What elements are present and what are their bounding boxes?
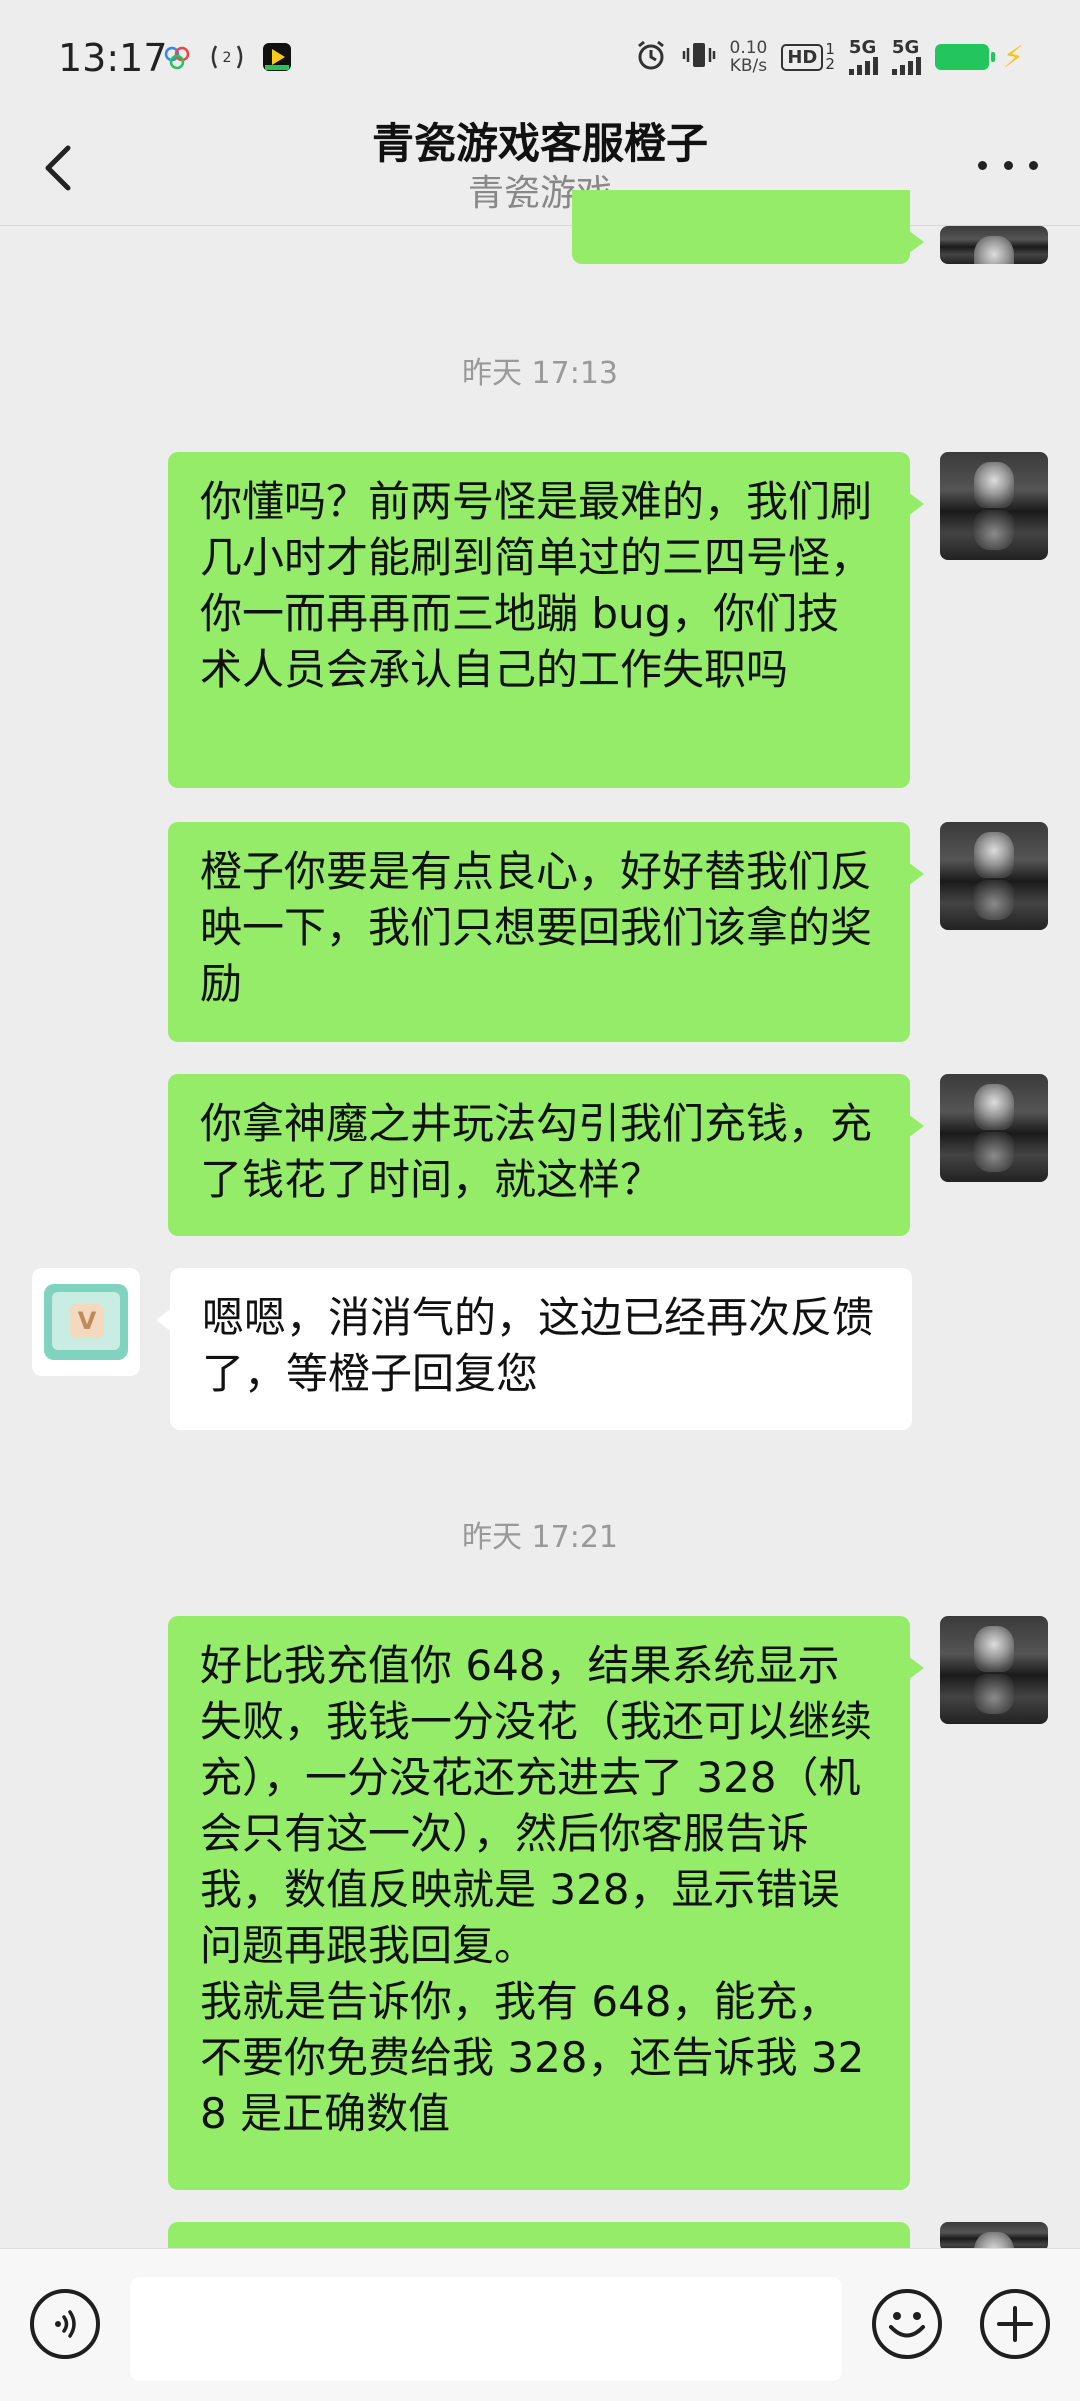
service-avatar-letter: V xyxy=(70,1304,104,1338)
user-avatar[interactable] xyxy=(940,452,1048,560)
signal-icon-2: 5G xyxy=(891,37,921,75)
message-bubble[interactable]: 嗯嗯，消消气的，这边已经再次反馈了，等橙子回复您 xyxy=(156,1268,912,1430)
chat-subtitle: 青瓷游戏 xyxy=(467,173,612,214)
message-bubble[interactable]: 你拿神魔之井玩法勾引我们充钱，充了钱花了时间，就这样？ xyxy=(168,1074,924,1236)
message-bubble[interactable]: 橙子你要是有点良心，好好替我们反映一下，我们只想要回我们该拿的奖励 xyxy=(168,822,924,1042)
plus-icon xyxy=(997,2306,1033,2342)
message-text: 好比我充值你 648，结果系统显示失败，我钱一分没花（我还可以继续充），一分没花… xyxy=(200,1641,873,1970)
voice-input-button[interactable] xyxy=(30,2289,100,2359)
signal-icon-1: 5G xyxy=(848,37,878,75)
more-functions-button[interactable] xyxy=(980,2289,1050,2359)
more-options-icon[interactable] xyxy=(978,150,1038,180)
battery-icon xyxy=(934,44,995,70)
hd-label: HD xyxy=(781,43,824,71)
user-avatar[interactable] xyxy=(940,822,1048,930)
status-right-icons: 0.10 KB/s HD 1 2 5G 5G ⚡ xyxy=(634,37,1024,76)
cloud-app-icon xyxy=(160,40,194,74)
input-toolbar xyxy=(0,2248,1080,2401)
status-bar: 13:17 2 0.10 KB/s HD 1 2 5G 5G ⚡ xyxy=(0,0,1080,110)
voice-icon xyxy=(55,2310,76,2338)
status-left-icons: 2 xyxy=(160,40,294,74)
charging-bolt-icon: ⚡ xyxy=(1002,39,1024,75)
message-bubble[interactable]: 你懂吗？前两号怪是最难的，我们刷几小时才能刷到简单过的三四号怪，你一而再再而三地… xyxy=(168,452,924,788)
user-avatar[interactable] xyxy=(940,226,1048,264)
timestamp: 昨天 17:21 xyxy=(462,1520,618,1555)
chat-header: 青瓷游戏客服橙子 青瓷游戏 xyxy=(0,110,1080,226)
video-app-icon xyxy=(260,40,294,74)
user-avatar[interactable] xyxy=(940,1616,1048,1724)
network-speed-unit: KB/s xyxy=(729,56,768,76)
message-text: 我就是告诉你，我有 648，能充，不要你免费给我 328，还告诉我 328 是正… xyxy=(200,1977,865,2138)
network-speed: 0.10 KB/s xyxy=(730,39,768,75)
hd-indicator: HD 1 2 xyxy=(781,42,835,72)
user-avatar[interactable] xyxy=(940,1074,1048,1182)
emoji-button[interactable] xyxy=(872,2289,942,2359)
status-time: 13:17 xyxy=(58,36,168,80)
emoji-icon xyxy=(889,2312,925,2338)
chat-title: 青瓷游戏客服橙子 xyxy=(371,119,708,168)
timestamp: 昨天 17:13 xyxy=(462,356,618,391)
message-bubble[interactable]: 好比我充值你 648，结果系统显示失败，我钱一分没花（我还可以继续充），一分没花… xyxy=(168,1616,924,2190)
signal-1-label: 5G xyxy=(848,37,877,58)
message-input[interactable] xyxy=(130,2277,842,2381)
message-bubble-partial[interactable] xyxy=(572,190,924,264)
hotspot-icon: 2 xyxy=(210,40,244,74)
service-avatar-frame: V xyxy=(44,1284,128,1360)
network-speed-value: 0.10 xyxy=(729,38,768,58)
svg-text:2: 2 xyxy=(223,50,232,66)
vibrate-icon xyxy=(682,38,716,76)
alarm-icon xyxy=(634,38,668,76)
signal-2-label: 5G xyxy=(891,37,920,58)
service-avatar[interactable]: V xyxy=(32,1268,140,1376)
hd-sub-2: 2 xyxy=(825,55,835,73)
